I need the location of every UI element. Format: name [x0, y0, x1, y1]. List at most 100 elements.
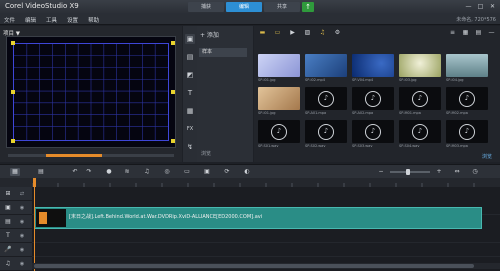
subtitle-icon[interactable]: ▭: [182, 168, 192, 176]
track-header-music: ♫ ◉: [0, 257, 32, 271]
menu-tools[interactable]: 工具: [46, 16, 57, 24]
instant-project-icon[interactable]: ▤: [185, 52, 195, 62]
thumb-size-slider-icon[interactable]: —: [487, 29, 496, 37]
multicamera-icon[interactable]: ▣: [202, 168, 212, 176]
menu-edit[interactable]: 编辑: [25, 16, 36, 24]
library-item[interactable]: ♪ SP-A02.mpa: [352, 87, 394, 116]
library-item[interactable]: ♪ SP-M01.mpa: [399, 87, 441, 116]
redo-icon[interactable]: ↷: [84, 168, 94, 176]
timeline-view-icon[interactable]: ▤: [36, 168, 46, 176]
mute-icon[interactable]: ◉: [18, 246, 26, 254]
library-item[interactable]: SP-I01.jpg: [258, 54, 300, 83]
thumbnail-view-icon[interactable]: ▦: [461, 29, 470, 37]
open-folder-icon[interactable]: ▭: [273, 29, 282, 37]
path-icon[interactable]: ↯: [185, 142, 195, 152]
ripple-edit-icon[interactable]: ⇄: [18, 190, 26, 198]
track-manager-icon[interactable]: ⊞: [4, 190, 12, 198]
menu-help[interactable]: 帮助: [88, 16, 99, 24]
scrollbar-thumb[interactable]: [34, 264, 474, 268]
menu-file[interactable]: 文件: [4, 16, 15, 24]
library-item[interactable]: SP-I01.jpg: [258, 87, 300, 116]
storyboard-view-icon[interactable]: ▦: [10, 168, 20, 176]
resize-handle[interactable]: [171, 139, 175, 143]
photo-filter-icon[interactable]: ▨: [303, 29, 312, 37]
thumbnail-caption: SP-I04.jpg: [446, 78, 464, 82]
eye-icon[interactable]: ◉: [18, 218, 26, 226]
clip-thumbnail-frame: [39, 212, 47, 224]
library-item[interactable]: ♪ SP-S02.wav: [305, 120, 347, 149]
sort-icon[interactable]: ⚙: [333, 29, 342, 37]
time-remap-icon[interactable]: ⟳: [222, 168, 232, 176]
video-track-icon[interactable]: ▣: [4, 204, 12, 212]
motion-tracking-icon[interactable]: ◎: [162, 168, 172, 176]
trim-range[interactable]: [46, 154, 102, 157]
library-item[interactable]: SP-I03.jpg: [399, 54, 441, 83]
filter-icon[interactable]: FX: [185, 124, 195, 134]
timecode-icon[interactable]: ◷: [470, 168, 480, 176]
import-folder-icon[interactable]: ▬: [258, 29, 267, 37]
upload-icon[interactable]: ↑: [302, 2, 314, 12]
library-item[interactable]: ♪ SP-A01.mpa: [305, 87, 347, 116]
timeline-toolbar: ▦ ▤ ↶ ↷ ● ≋ ♫ ◎ ▭ ▣ ⟳ ◐ − + ⇔ ◷: [0, 164, 500, 178]
options-icon[interactable]: ▤: [474, 29, 483, 37]
resize-handle[interactable]: [11, 139, 15, 143]
mixer-icon[interactable]: ≋: [122, 168, 132, 176]
title-track-icon[interactable]: T: [4, 232, 12, 240]
video-filter-icon[interactable]: ▶: [288, 29, 297, 37]
close-button[interactable]: ✕: [488, 2, 497, 11]
library-item[interactable]: ♪ SP-S01.wav: [258, 120, 300, 149]
eye-icon[interactable]: ◉: [18, 204, 26, 212]
music-note-icon: ♪: [412, 123, 428, 140]
library-item[interactable]: SP-I02.mp4: [305, 54, 347, 83]
menu-bar: 文件 编辑 工具 设置 帮助 未命名, 720*576: [0, 14, 500, 25]
zoom-slider[interactable]: [390, 169, 430, 175]
library-item[interactable]: ♪ SP-S04.wav: [399, 120, 441, 149]
scrub-bar[interactable]: [8, 154, 174, 157]
resize-handle[interactable]: [11, 41, 15, 45]
mask-icon[interactable]: ◐: [242, 168, 252, 176]
library-item[interactable]: ♪ SP-M03.mpa: [446, 120, 488, 149]
zoom-out-icon[interactable]: −: [376, 168, 386, 176]
list-view-icon[interactable]: ≡: [448, 29, 457, 37]
resize-handle[interactable]: [171, 90, 175, 94]
tab-capture[interactable]: 捕获: [188, 2, 224, 12]
library-item[interactable]: SP-V04.mp4: [352, 54, 394, 83]
playhead-marker[interactable]: [33, 178, 36, 187]
overlay-track[interactable]: [32, 229, 500, 243]
library-item[interactable]: SP-I04.jpg: [446, 54, 488, 83]
fit-project-icon[interactable]: ⇔: [452, 168, 462, 176]
tab-edit[interactable]: 编辑: [226, 2, 262, 12]
overlay-track-icon[interactable]: ▤: [4, 218, 12, 226]
zoom-in-icon[interactable]: +: [434, 168, 444, 176]
undo-icon[interactable]: ↶: [70, 168, 80, 176]
library-item[interactable]: ♪ SP-S03.wav: [352, 120, 394, 149]
video-clip[interactable]: [末日之战].Left.Behind.World.at.War.DVDRip.X…: [34, 207, 482, 229]
mute-icon[interactable]: ◉: [18, 260, 26, 268]
title-icon[interactable]: T: [185, 88, 195, 98]
library-item[interactable]: ♪ SP-M02.mpa: [446, 87, 488, 116]
preview-window[interactable]: [6, 36, 176, 148]
media-icon[interactable]: ▣: [185, 34, 195, 44]
title-track[interactable]: [32, 243, 500, 257]
folder-item-sample[interactable]: 样本: [199, 48, 247, 57]
tab-share[interactable]: 共享: [264, 2, 300, 12]
browse-button[interactable]: 浏览: [201, 150, 211, 157]
minimize-button[interactable]: —: [464, 2, 473, 11]
add-folder-button[interactable]: + 添加: [200, 30, 219, 39]
menu-settings[interactable]: 设置: [67, 16, 78, 24]
library-browse-button[interactable]: 浏览: [482, 153, 492, 160]
music-track-icon[interactable]: ♫: [4, 260, 12, 268]
auto-music-icon[interactable]: ♫: [142, 168, 152, 176]
voice-track-icon[interactable]: 🎤: [4, 246, 12, 254]
eye-icon[interactable]: ◉: [18, 232, 26, 240]
resize-handle[interactable]: [171, 41, 175, 45]
timeline-ruler[interactable]: [0, 178, 500, 187]
audio-filter-icon[interactable]: ♫: [318, 29, 327, 37]
transition-icon[interactable]: ◩: [185, 70, 195, 80]
resize-handle[interactable]: [11, 90, 15, 94]
graphic-icon[interactable]: ▦: [185, 106, 195, 116]
record-icon[interactable]: ●: [104, 168, 114, 176]
timeline-scrollbar[interactable]: [32, 263, 500, 269]
zoom-slider-knob[interactable]: [406, 169, 410, 175]
maximize-button[interactable]: □: [476, 2, 485, 11]
